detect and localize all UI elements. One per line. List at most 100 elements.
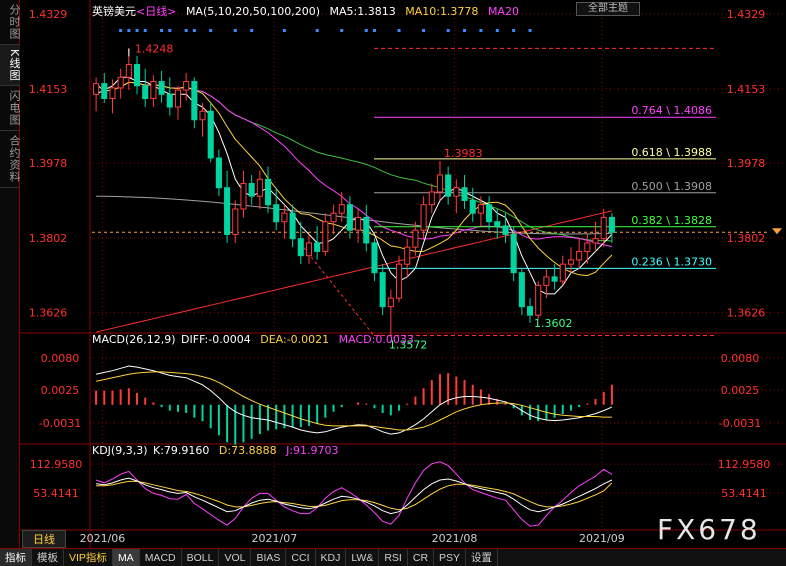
candle-body: [330, 212, 337, 223]
signal-marker: [184, 29, 188, 32]
kdj-tick-left: 112.9580: [30, 458, 83, 471]
candle-body: [346, 204, 353, 231]
theme-dropdown-button[interactable]: 全部主题: [576, 2, 640, 16]
toolbar-boll[interactable]: BOLL: [182, 548, 220, 566]
kdj-d-value: D:73.8888: [218, 444, 277, 457]
toolbar-macd[interactable]: MACD: [140, 548, 182, 566]
toolbar-cr[interactable]: CR: [408, 548, 435, 566]
tab-flash-chart[interactable]: 闪电图: [0, 86, 21, 132]
candle-body: [445, 174, 452, 197]
candle-body: [551, 276, 558, 282]
ma5-value: MA5:1.3813: [329, 5, 396, 18]
candle-body: [567, 259, 575, 265]
candle-body: [199, 110, 206, 121]
kdj-tick-right: 53.4141: [721, 487, 767, 500]
candle-body: [428, 191, 435, 206]
ma20-line: [95, 81, 613, 248]
price-tick-right: 1.4329: [727, 8, 766, 21]
symbol-name: 英镑美元: [92, 5, 136, 18]
candle-body: [379, 272, 386, 308]
signal-marker: [233, 29, 237, 32]
macd-tick-right: -0.0031: [719, 417, 761, 430]
fib-level-label: 0.236 \ 1.3730: [631, 255, 712, 268]
candle-body: [248, 182, 255, 197]
candle-body: [592, 238, 599, 244]
candle-body: [264, 178, 272, 206]
macd-legend: MACD(26,12,9) DIFF:-0.0004 DEA:-0.0021 M…: [92, 333, 420, 346]
candle-body: [133, 64, 141, 87]
kdj-params: KDJ(9,3,3): [92, 444, 148, 457]
kdj-tick-left: 53.4141: [33, 487, 79, 500]
date-tick: 2021/07: [252, 532, 298, 545]
tab-time-chart[interactable]: 分时图: [0, 0, 21, 45]
chart-canvas[interactable]: 0.764 \ 1.4086 0.618 \ 1.3988 0.500 \ 1.39…: [0, 0, 786, 548]
candle-body: [101, 83, 108, 100]
macd-diff-line: [95, 365, 613, 435]
toolbar-cci[interactable]: CCI: [286, 548, 316, 566]
candle-body: [142, 85, 149, 100]
signal-marker: [143, 29, 147, 32]
signal-marker: [463, 29, 467, 32]
period-selector[interactable]: 日线: [22, 530, 66, 548]
candle-body: [183, 81, 190, 91]
candle-body: [256, 178, 263, 197]
toolbar-vol[interactable]: VOL: [219, 548, 252, 566]
ma10-line: [95, 81, 613, 277]
toolbar-psy[interactable]: PSY: [434, 548, 467, 566]
macd-layer: [95, 365, 613, 445]
signal-marker: [192, 29, 196, 32]
fx678-watermark: FX678: [657, 513, 761, 546]
tab-contract-info[interactable]: 合约资料: [0, 131, 21, 189]
candle-body: [576, 250, 583, 261]
fib-level-label: 0.618 \ 1.3988: [631, 146, 712, 159]
candle-body: [314, 242, 321, 252]
candle-body: [174, 89, 182, 108]
price-tick-right: 1.3802: [727, 232, 766, 245]
date-tick: 2021/09: [579, 532, 625, 545]
date-tick: 2021/06: [80, 532, 126, 545]
candle-body: [158, 81, 165, 95]
macd-histogram-value: MACD:0.0033: [338, 333, 414, 346]
candle-body: [453, 187, 460, 197]
tab-kline-chart[interactable]: K线图: [0, 45, 21, 87]
swing-low-label: 1.3602: [534, 317, 573, 330]
toolbar-kdj[interactable]: KDJ: [316, 548, 347, 566]
candle-body: [224, 187, 231, 235]
high-label: 1.4248: [135, 42, 174, 55]
toolbar-vip-indicators[interactable]: VIP指标: [64, 548, 113, 566]
toolbar-lw[interactable]: LW&: [346, 548, 380, 566]
candle-body: [93, 83, 100, 95]
macd-tick-left: 0.0080: [41, 352, 80, 365]
signal-marker: [282, 29, 286, 32]
signal-marker: [364, 29, 368, 32]
candle-body: [420, 204, 427, 231]
kdj-legend: KDJ(9,3,3) K:79.9160 D:73.8888 J:91.9703: [92, 444, 345, 457]
toolbar-rsi[interactable]: RSI: [379, 548, 408, 566]
price-tick-right: 1.4153: [727, 83, 766, 96]
signal-marker: [127, 29, 131, 32]
macd-params: MACD(26,12,9): [92, 333, 176, 346]
signal-marker: [340, 29, 344, 32]
price-tick-left: 1.4329: [29, 8, 68, 21]
kdj-j-line: [95, 461, 613, 527]
toolbar-template[interactable]: 模板: [32, 548, 64, 566]
candle-body: [543, 276, 550, 286]
toolbar-settings[interactable]: 设置: [466, 548, 499, 566]
macd-tick-right: 0.0025: [721, 384, 760, 397]
candle-body: [363, 216, 370, 244]
candle-body: [355, 216, 362, 231]
price-tick-left: 1.3802: [29, 232, 68, 245]
toolbar-bias[interactable]: BIAS: [251, 548, 287, 566]
kdj-j-value: J:91.9703: [286, 444, 339, 457]
signal-marker: [528, 29, 532, 32]
candle-body: [461, 187, 468, 201]
toolbar-ma[interactable]: MA: [112, 548, 140, 566]
candle-body: [412, 229, 419, 248]
ma-params: MA(5,10,20,50,100,200): [185, 5, 320, 18]
fib-trend-line: [299, 242, 375, 336]
fib-level-label: 0.500 \ 1.3908: [631, 180, 712, 193]
candle-body: [469, 199, 476, 214]
period-label: <日线>: [136, 5, 177, 18]
toolbar-indicators[interactable]: 指标: [0, 548, 32, 566]
candle-body: [387, 297, 394, 308]
